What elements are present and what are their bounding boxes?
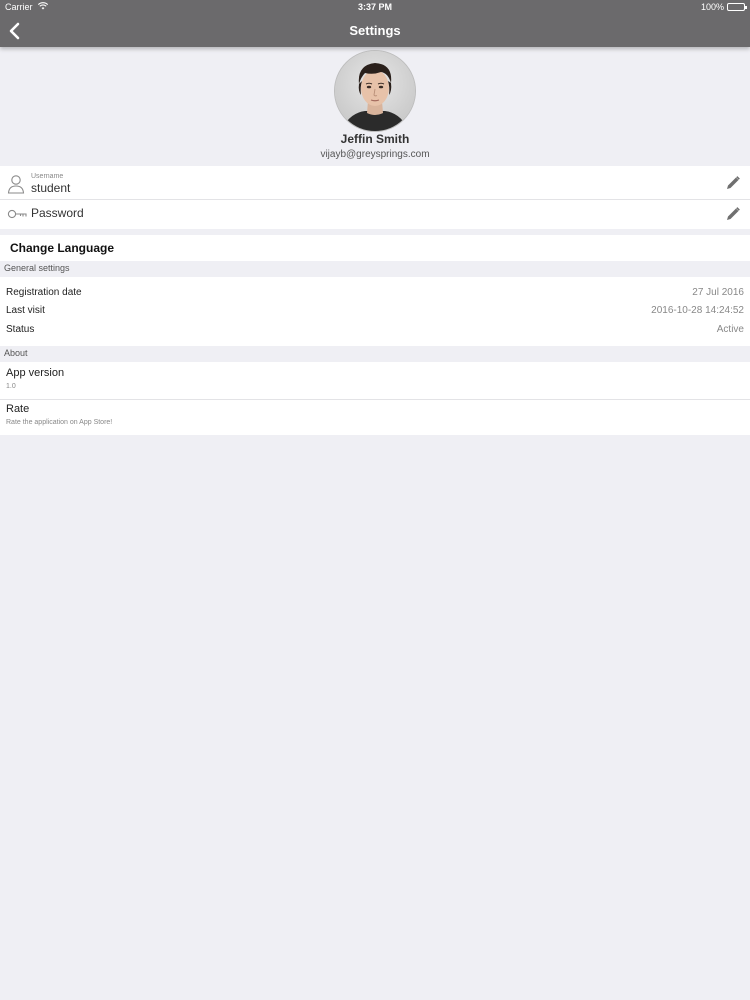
change-language-row[interactable]: Change Language (0, 235, 750, 261)
app-version-value: 1.0 (6, 383, 16, 390)
account-card: Username student Password (0, 166, 750, 229)
username-label: Username (31, 173, 64, 180)
user-icon (7, 175, 25, 194)
profile-name: Jeffin Smith (340, 132, 410, 146)
status-value: Active (716, 324, 744, 335)
username-row[interactable]: Username student (0, 166, 750, 199)
registration-date-label: Registration date (6, 287, 82, 298)
status-bar: Carrier 3:37 PM 100% (0, 0, 750, 14)
navigation-bar: Settings (0, 14, 750, 47)
app-version-row: App version 1.0 (0, 362, 750, 399)
avatar-photo (335, 51, 415, 131)
rate-subtitle: Rate the application on App Store! (6, 419, 113, 426)
avatar[interactable] (334, 50, 416, 132)
top-bar: Carrier 3:37 PM 100% Settings (0, 0, 750, 47)
status-time: 3:37 PM (357, 2, 392, 12)
battery-indicator: 100% (700, 0, 747, 14)
profile-email: vijayb@greysprings.com (320, 149, 430, 160)
pencil-icon[interactable] (725, 206, 741, 222)
username-value: student (31, 181, 71, 195)
last-visit-label: Last visit (6, 305, 45, 316)
pencil-icon[interactable] (725, 175, 741, 191)
battery-icon (727, 3, 747, 11)
registration-date-value: 27 Jul 2016 (692, 287, 744, 298)
general-settings-card: Registration date 27 Jul 2016 Last visit… (0, 277, 750, 346)
rate-label[interactable]: Rate (6, 403, 29, 415)
battery-percent: 100% (700, 2, 724, 12)
key-icon (7, 209, 27, 219)
password-row[interactable]: Password (0, 200, 750, 229)
about-header: About (4, 348, 28, 358)
status-label: Status (6, 324, 35, 335)
page-title: Settings (349, 23, 401, 38)
last-visit-value: 2016-10-28 14:24:52 (651, 305, 744, 316)
about-card: App version 1.0 Rate Rate the applicatio… (0, 362, 750, 435)
profile-header: Jeffin Smith vijayb@greysprings.com (0, 48, 750, 165)
password-label: Password (31, 206, 84, 220)
app-version-label: App version (6, 367, 65, 379)
change-language-button[interactable]: Change Language (10, 241, 114, 255)
general-settings-header: General settings (4, 263, 70, 273)
rate-row[interactable]: Rate Rate the application on App Store! (0, 400, 750, 435)
